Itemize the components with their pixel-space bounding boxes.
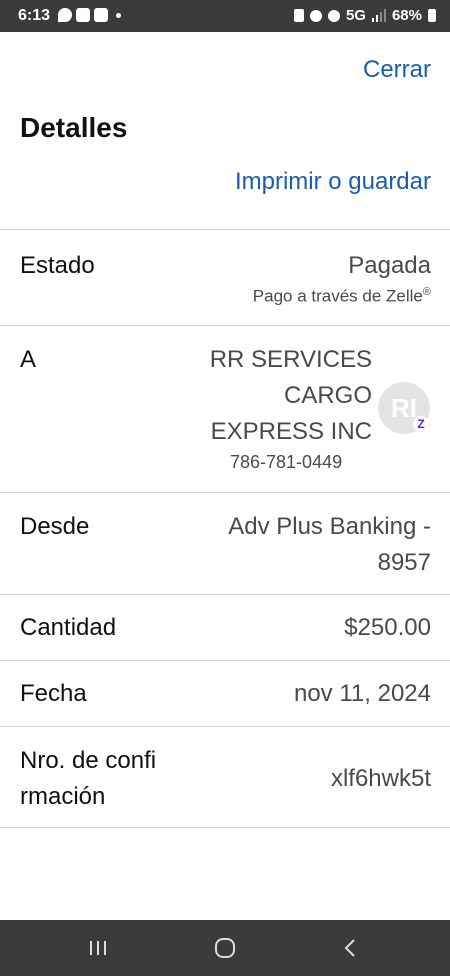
chat-notification-icon	[58, 8, 72, 22]
amount-value: $250.00	[344, 614, 431, 641]
source-row: Desde Adv Plus Banking - 8957	[0, 492, 450, 594]
battery-icon	[428, 9, 436, 22]
print-or-save-link[interactable]: Imprimir o guardar	[235, 168, 431, 196]
signal-icon	[371, 9, 386, 22]
battery-percent: 68%	[391, 7, 422, 24]
recipient-name: RR SERVICES CARGO EXPRESS INC	[200, 342, 372, 450]
confirmation-label-line: Nro. de confi	[20, 747, 157, 774]
hotspot-icon	[327, 9, 340, 22]
app-notification-icon-2	[94, 8, 108, 22]
payment-method: Pago a través de Zelle®	[253, 286, 431, 307]
network-label: 5G	[345, 7, 366, 24]
source-label: Desde	[20, 513, 90, 540]
zelle-badge-icon: Z	[413, 416, 429, 432]
date-label: Fecha	[20, 680, 87, 707]
page-title: Detalles	[20, 112, 128, 143]
confirmation-row: Nro. de confi rmación xlf6hwk5t	[0, 726, 450, 828]
back-icon[interactable]	[336, 934, 366, 962]
confirmation-value: xlf6hwk5t	[330, 765, 431, 792]
status-label: Estado	[20, 252, 95, 279]
recipient-name-line: RR SERVICES	[209, 346, 372, 373]
registered-mark: ®	[422, 286, 431, 298]
status-bar: 6:13 5G 68%	[0, 0, 450, 32]
recipient-name-line: CARGO	[283, 382, 372, 409]
recipient-name-line: EXPRESS INC	[210, 418, 372, 445]
lock-icon	[293, 9, 304, 22]
payment-method-text: Pago a través de Zelle	[252, 286, 423, 306]
system-nav-bar	[0, 920, 450, 976]
source-value-line: Adv Plus Banking -	[228, 513, 431, 540]
bluetooth-icon	[309, 9, 322, 22]
home-icon[interactable]	[210, 934, 240, 962]
status-value: Pagada	[348, 252, 431, 279]
amount-row: Cantidad $250.00	[0, 594, 450, 660]
details-list: Estado Pagada Pago a través de Zelle® A …	[0, 229, 450, 828]
confirmation-label-line: rmación	[20, 783, 106, 810]
recipient-label: A	[20, 346, 37, 373]
more-notifications-icon	[116, 12, 121, 18]
notification-icons	[58, 8, 121, 22]
close-button[interactable]: Cerrar	[363, 56, 431, 84]
status-time: 6:13	[18, 7, 51, 24]
recent-apps-icon[interactable]	[83, 934, 113, 962]
status-row: Estado Pagada Pago a través de Zelle®	[0, 229, 450, 325]
source-value-line: 8957	[377, 549, 431, 576]
date-row: Fecha nov 11, 2024	[0, 660, 450, 726]
status-right: 5G 68%	[293, 7, 436, 24]
recipient-row: A RR SERVICES CARGO EXPRESS INC 786-781-…	[0, 325, 450, 492]
app-notification-icon	[76, 8, 90, 22]
date-value: nov 11, 2024	[293, 680, 431, 707]
amount-label: Cantidad	[20, 614, 117, 641]
recipient-phone: 786-781-0449	[230, 452, 343, 472]
